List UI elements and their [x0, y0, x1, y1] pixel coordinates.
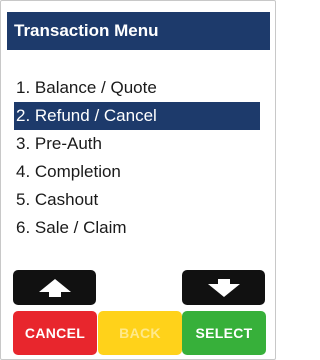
menu-item-sale-claim[interactable]: 6. Sale / Claim [14, 214, 264, 242]
menu-item-pre-auth[interactable]: 3. Pre-Auth [14, 130, 264, 158]
scroll-up-button[interactable] [13, 270, 96, 305]
terminal-screen: Transaction Menu 1. Balance / Quote 2. R… [0, 0, 276, 360]
menu-item-cashout[interactable]: 5. Cashout [14, 186, 264, 214]
menu-item-completion[interactable]: 4. Completion [14, 158, 264, 186]
down-arrow-icon [207, 278, 240, 297]
page-title: Transaction Menu [7, 12, 270, 50]
select-button[interactable]: SELECT [182, 311, 266, 355]
back-button[interactable]: BACK [98, 311, 182, 355]
transaction-menu: 1. Balance / Quote 2. Refund / Cancel 3.… [14, 74, 264, 242]
menu-item-balance-quote[interactable]: 1. Balance / Quote [14, 74, 264, 102]
scroll-down-button[interactable] [182, 270, 265, 305]
cancel-button[interactable]: CANCEL [13, 311, 97, 355]
up-arrow-icon [38, 278, 71, 297]
menu-item-refund-cancel[interactable]: 2. Refund / Cancel [14, 102, 260, 130]
